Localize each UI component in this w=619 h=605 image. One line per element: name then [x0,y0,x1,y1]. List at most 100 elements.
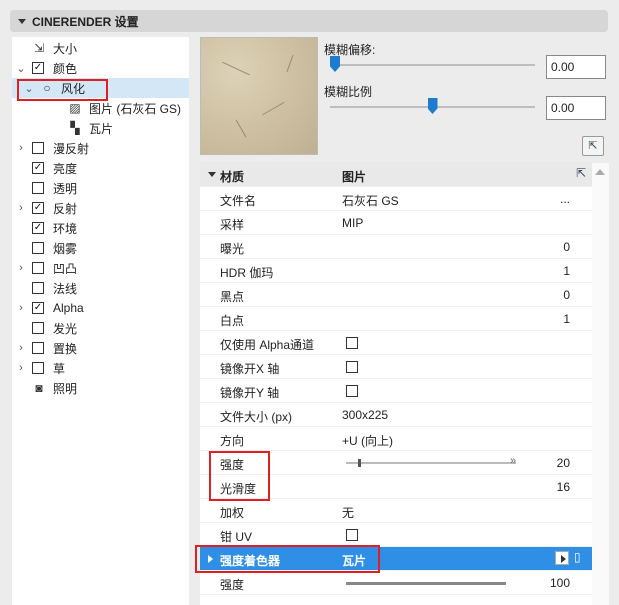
table-row[interactable]: 曝光 0 [200,235,592,259]
expand-chevron-icon[interactable]: › [16,362,26,374]
expand-chevron-icon[interactable]: › [16,202,26,214]
table-row[interactable]: 黑点 0 [200,283,592,307]
tree-item[interactable]: 透明 [12,178,189,198]
table-row[interactable]: 仅使用 Alpha通道 [200,331,592,355]
expand-chevron-icon[interactable]: › [16,342,26,354]
intensity-slider[interactable] [346,462,516,464]
header-load-icon[interactable]: ⇱ [576,166,586,180]
numeric-value[interactable]: 100 [550,576,570,590]
channel-checkbox[interactable] [32,282,44,294]
tree-item[interactable]: 发光 [12,318,189,338]
blur-offset-label: 模糊偏移: [324,43,376,57]
property-checkbox[interactable] [346,337,358,349]
numeric-value[interactable]: 0 [563,240,570,254]
table-row[interactable]: 光滑度 16 [200,475,592,499]
table-row[interactable]: 强度 20 » [200,451,592,475]
expand-chevron-icon[interactable]: ⌄ [16,62,26,75]
settings-title: CINERENDER 设置 [32,14,139,29]
document-icon[interactable]: ▯ [574,550,581,564]
property-value[interactable]: 无 [342,504,354,521]
table-row[interactable]: 白点 1 [200,307,592,331]
numeric-value[interactable]: 1 [563,312,570,326]
tree-item[interactable]: › ✓ Alpha [12,298,189,318]
numeric-value[interactable]: 0 [563,288,570,302]
property-name: 镜像开Y 轴 [220,386,280,400]
table-row[interactable]: 采样 MIP [200,211,592,235]
collapse-triangle-icon[interactable] [18,18,26,24]
property-checkbox[interactable] [346,529,358,541]
blur-offset-track[interactable] [330,64,535,66]
intensity-slider[interactable] [346,582,506,585]
tree-item[interactable]: ✓ 亮度 [12,158,189,178]
scroll-up-icon[interactable] [595,169,605,175]
tree-item[interactable]: 法线 [12,278,189,298]
numeric-value[interactable]: 1 [563,264,570,278]
tree-item[interactable]: › 置换 [12,338,189,358]
property-checkbox[interactable] [346,361,358,373]
channel-checkbox[interactable]: ✓ [32,162,44,174]
channel-checkbox[interactable] [32,362,44,374]
intensity-shader-row[interactable]: 强度着色器 瓦片 ▯ [200,547,592,571]
blur-scale-slider[interactable] [427,98,438,114]
channel-checkbox[interactable]: ✓ [32,62,44,74]
table-row[interactable]: 文件名 石灰石 GS... [200,187,592,211]
expand-chevron-icon[interactable]: › [16,302,26,314]
table-header[interactable]: 材质 图片 ⇱ [200,163,592,187]
table-row[interactable]: 方向 +U (向上) [200,427,592,451]
table-row[interactable]: 强度 100 [200,571,592,595]
play-icon[interactable] [555,551,569,565]
property-value[interactable]: 石灰石 GS [342,192,399,209]
property-value[interactable]: 瓦片 [342,552,366,569]
tree-item[interactable]: ▚ 瓦片 [12,118,189,138]
tree-item[interactable]: › 漫反射 [12,138,189,158]
expand-arrow-icon[interactable] [208,555,213,563]
tree-item[interactable]: › ✓ 反射 [12,198,189,218]
table-row[interactable]: 加权 无 [200,499,592,523]
expand-chevron-icon[interactable]: ⌄ [24,82,34,95]
numeric-value[interactable]: 20 [557,456,570,470]
blur-scale-input[interactable]: 0.00 [546,96,606,120]
numeric-value[interactable]: ... [560,192,570,206]
export-button[interactable]: ⇱ [582,136,604,156]
channel-checkbox[interactable]: ✓ [32,202,44,214]
collapse-triangle-icon[interactable] [208,172,216,177]
scrollbar[interactable] [592,163,609,605]
tree-item[interactable]: › 草 [12,358,189,378]
table-row[interactable]: 文件大小 (px) 300x225 [200,403,592,427]
table-row[interactable]: HDR 伽玛 1 [200,259,592,283]
tree-item[interactable]: ◙ 照明 [12,378,189,398]
tree-item[interactable]: ⇲ 大小 [12,38,189,58]
property-name: 白点 [220,314,245,328]
property-checkbox[interactable] [346,385,358,397]
channel-checkbox[interactable] [32,142,44,154]
channel-checkbox[interactable] [32,242,44,254]
channel-checkbox[interactable] [32,342,44,354]
tree-item[interactable]: ⌄ ○ 风化 [12,78,189,98]
tile-icon: ▚ [70,121,80,135]
property-value[interactable]: 300x225 [342,408,388,422]
table-row[interactable]: 镜像开X 轴 [200,355,592,379]
numeric-value[interactable]: 16 [557,480,570,494]
channel-checkbox[interactable] [32,262,44,274]
table-row[interactable]: 钳 UV [200,523,592,547]
tree-item[interactable]: ▨ 图片 (石灰石 GS) [12,98,189,118]
channel-checkbox[interactable]: ✓ [32,222,44,234]
tree-item-label: 草 [53,361,66,376]
blur-offset-input[interactable]: 0.00 [546,55,606,79]
settings-header[interactable]: CINERENDER 设置 [10,10,608,32]
property-value[interactable]: +U (向上) [342,432,393,449]
channel-checkbox[interactable] [32,182,44,194]
property-value[interactable]: MIP [342,216,363,230]
property-name: 强度 [220,458,245,472]
blur-offset-slider[interactable] [330,56,340,72]
channel-checkbox[interactable]: ✓ [32,302,44,314]
table-row[interactable]: 镜像开Y 轴 [200,379,592,403]
tree-item[interactable]: 烟雾 [12,238,189,258]
intensity-slider-knob[interactable] [358,459,361,467]
channel-checkbox[interactable] [32,322,44,334]
expand-chevron-icon[interactable]: › [16,142,26,154]
tree-item[interactable]: ✓ 环境 [12,218,189,238]
expand-chevron-icon[interactable]: › [16,262,26,274]
tree-item[interactable]: › 凹凸 [12,258,189,278]
tree-item[interactable]: ⌄ ✓ 颜色 [12,58,189,78]
